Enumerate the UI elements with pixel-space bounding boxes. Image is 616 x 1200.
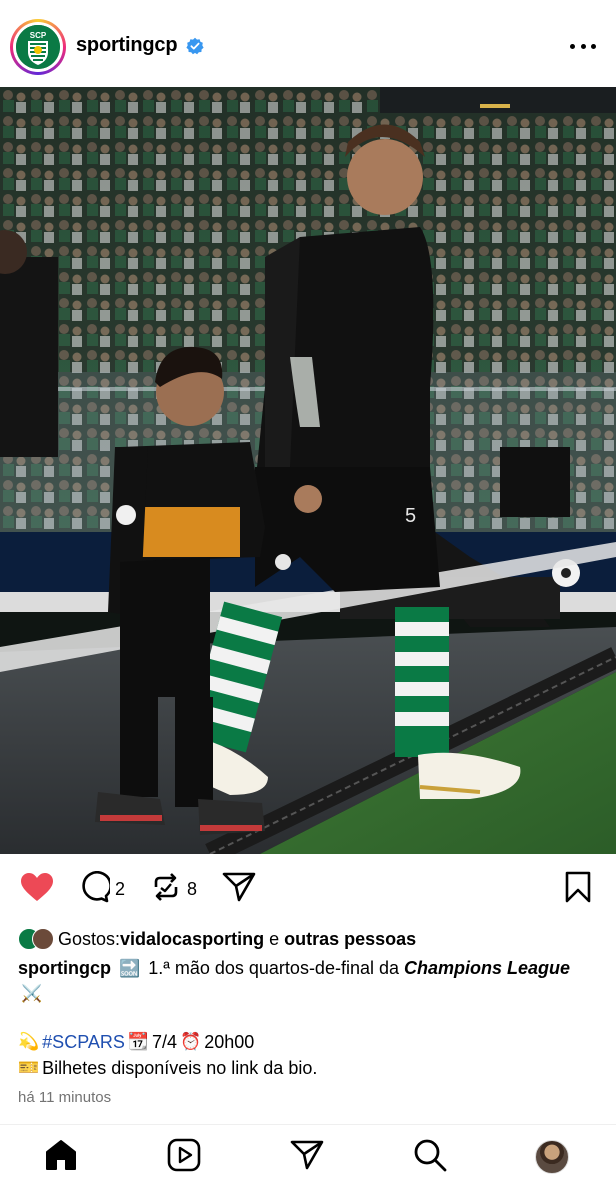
heart-filled-icon xyxy=(20,872,54,907)
home-icon xyxy=(44,1139,78,1176)
likes-conjunction: e xyxy=(264,928,285,949)
dizzy-icon: 💫 xyxy=(18,1032,40,1052)
match-time: 20h00 xyxy=(204,1032,255,1052)
comment-count: 2 xyxy=(115,878,126,899)
verified-badge-icon xyxy=(186,37,204,55)
more-options-icon[interactable] xyxy=(570,44,596,50)
nav-home[interactable] xyxy=(43,1139,79,1175)
post-header: SCP sportingcp xyxy=(0,0,616,92)
post-image[interactable]: 5 xyxy=(0,87,616,854)
ticket-icon: 🎫 xyxy=(18,1058,40,1078)
caption-emphasis: Champions League xyxy=(404,958,571,978)
send-icon xyxy=(290,1139,324,1176)
bookmark-icon xyxy=(564,871,592,908)
match-date: 7/4 xyxy=(152,1032,178,1052)
svg-text:SCP: SCP xyxy=(30,31,47,40)
nav-profile[interactable] xyxy=(534,1139,570,1175)
reels-icon xyxy=(167,1138,201,1177)
caption-match-line: 💫 #SCPARS 📆 7/4 ⏰ 20h00 xyxy=(18,1030,254,1054)
repost-count: 8 xyxy=(187,878,198,899)
soon-arrow-icon: 🔜 xyxy=(119,959,141,979)
comment-icon xyxy=(78,870,112,908)
bottom-nav xyxy=(0,1125,616,1200)
caption: sportingcp 🔜 1.ª mão dos quartos-de-fina… xyxy=(18,956,598,1006)
nav-messages[interactable] xyxy=(289,1139,325,1175)
likes-user[interactable]: vidalocasporting xyxy=(120,929,264,950)
search-icon xyxy=(413,1138,447,1177)
profile-avatar xyxy=(535,1140,569,1174)
story-ring[interactable]: SCP xyxy=(10,19,66,75)
caption-text: 1.ª mão dos quartos-de-final da xyxy=(143,958,404,978)
sporting-cp-crest-icon: SCP xyxy=(16,25,60,69)
post-actions: 2 8 xyxy=(0,866,616,912)
liker-avatar xyxy=(32,928,54,950)
likes-summary[interactable]: Gostos: vidalocasporting e outras pessoa… xyxy=(18,926,416,952)
send-icon xyxy=(222,871,256,908)
hashtag-link[interactable]: #SCPARS xyxy=(42,1030,125,1054)
repost-button[interactable]: 8 xyxy=(150,866,197,912)
caption-tickets-line: 🎫 Bilhetes disponíveis no link da bio. xyxy=(18,1056,317,1080)
calendar-icon: 📆 xyxy=(127,1032,150,1052)
nav-search[interactable] xyxy=(412,1139,448,1175)
nav-reels[interactable] xyxy=(166,1138,202,1177)
likes-others[interactable]: outras pessoas xyxy=(284,929,416,950)
crossed-swords-icon: ⚔️ xyxy=(21,984,43,1004)
alarm-clock-icon: ⏰ xyxy=(180,1032,202,1052)
svg-text:5: 5 xyxy=(405,505,416,527)
like-button[interactable] xyxy=(20,866,54,912)
caption-author[interactable]: sportingcp xyxy=(18,958,111,978)
likes-prefix: Gostos: xyxy=(58,928,121,949)
repost-icon xyxy=(150,871,182,908)
share-button[interactable] xyxy=(222,866,256,912)
comment-button[interactable]: 2 xyxy=(78,866,125,912)
tickets-text: Bilhetes disponíveis no link da bio. xyxy=(42,1058,318,1078)
post-timestamp: há 11 minutos xyxy=(18,1089,112,1106)
save-button[interactable] xyxy=(564,866,592,912)
username[interactable]: sportingcp xyxy=(76,34,178,57)
